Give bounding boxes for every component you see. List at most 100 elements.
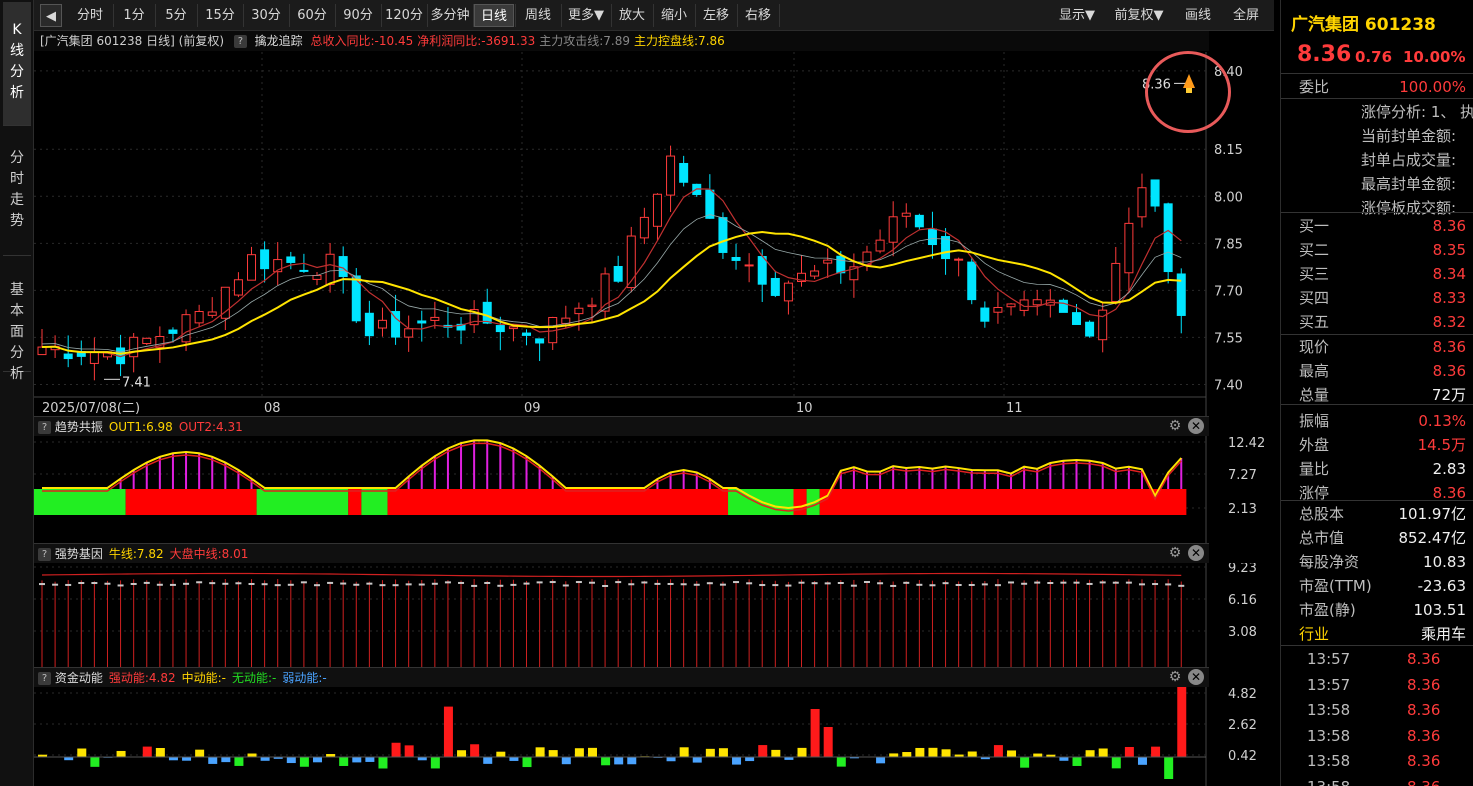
gear-icon[interactable]: ⚙ (1167, 545, 1183, 561)
bid-row-2[interactable]: 买二 8.35 (1281, 238, 1473, 262)
flow-bar (941, 749, 951, 757)
period-button-8[interactable]: 多分钟 (428, 4, 472, 27)
bid-row-5[interactable]: 买五 8.32 (1281, 310, 1473, 334)
period-button-14[interactable]: 左移 (696, 4, 736, 27)
left-tab-0[interactable]: K线分析 (3, 2, 31, 126)
gene-mark (1178, 584, 1185, 587)
flow-bar (208, 757, 218, 764)
panel-title[interactable]: 强势基因 (55, 547, 103, 561)
gene-mark (706, 582, 713, 585)
candle-body (757, 256, 767, 285)
panel-tick: 12.42 (1228, 436, 1265, 451)
flow-bar (116, 750, 126, 757)
panel-chart-0[interactable]: 12.42 7.27 2.13 (34, 436, 1280, 543)
period-button-1[interactable]: 1分 (114, 4, 154, 27)
period-button-2[interactable]: 5分 (156, 4, 196, 27)
period-button-5[interactable]: 60分 (290, 4, 334, 27)
period-button-7[interactable]: 120分 (382, 4, 426, 27)
indicator-name[interactable]: 擒龙追踪 (255, 34, 303, 48)
toolbar-right-button-2[interactable]: 画线 (1178, 4, 1218, 27)
gene-mark (955, 584, 962, 587)
period-button-9[interactable]: 日线 (474, 4, 514, 27)
candle-body (1085, 321, 1095, 337)
left-tab-1[interactable]: 分时走势 (3, 130, 31, 256)
flow-bar (221, 757, 231, 763)
gear-icon[interactable]: ⚙ (1167, 418, 1183, 434)
stat-label: 振幅 (1299, 412, 1330, 430)
tick-row: 13:58 8.36 (1281, 724, 1473, 748)
gene-mark (327, 581, 334, 584)
flow-bar (666, 757, 676, 762)
candle-body (1032, 299, 1042, 306)
help-icon[interactable]: ? (38, 672, 51, 685)
candle-body (888, 216, 898, 243)
panel-chart-1[interactable]: 9.23 6.16 3.08 (34, 563, 1280, 667)
bid-row-3[interactable]: 买三 8.34 (1281, 262, 1473, 286)
fundamental-row-3: 市盈(TTM) -23.63 (1281, 574, 1473, 598)
flow-bar (548, 750, 558, 757)
trend-band (819, 489, 1187, 515)
close-icon[interactable]: ✕ (1188, 418, 1204, 434)
panel-title[interactable]: 资金动能 (55, 671, 103, 685)
panel-chart-2[interactable]: 4.82 2.62 0.42 (34, 687, 1280, 786)
gene-mark (458, 581, 465, 584)
gene-mark (850, 584, 857, 587)
gene-mark (733, 581, 740, 584)
bid-row-1[interactable]: 买一 8.36 (1281, 214, 1473, 238)
flow-bar (1137, 757, 1147, 765)
gene-mark (968, 583, 975, 586)
period-button-15[interactable]: 右移 (738, 4, 778, 27)
flow-bar (915, 747, 925, 757)
gene-mark (602, 584, 609, 587)
period-button-0[interactable]: 分时 (68, 4, 112, 27)
period-button-10[interactable]: 周线 (516, 4, 560, 27)
fundamental-value: 10.83 (1423, 553, 1466, 571)
tick-time: 13:58 (1307, 701, 1351, 719)
gene-mark (52, 583, 59, 586)
panel-tick: 9.23 (1228, 563, 1257, 576)
period-button-12[interactable]: 放大 (612, 4, 652, 27)
panel-tick: 6.16 (1228, 593, 1257, 608)
flow-bar (496, 751, 506, 757)
stock-terminal-window: K线分析分时走势基本面分析 ◀ 分时 1分 5分 15分 30分 60分 90分 120分 多分钟… (0, 0, 1473, 786)
flow-bar (339, 757, 349, 766)
period-button-4[interactable]: 30分 (244, 4, 288, 27)
flow-bar (535, 747, 545, 757)
panel-value-2: 无动能:- (231, 671, 277, 685)
industry-row[interactable]: 行业 乘用车 (1281, 622, 1473, 646)
candlestick-chart[interactable]: 8.408.158.007.857.707.557.4008 09 10 112025… (34, 52, 1280, 416)
help-icon[interactable]: ? (233, 35, 247, 48)
panel-title[interactable]: 趋势共振 (55, 420, 103, 434)
period-button-11[interactable]: 更多▼ (562, 4, 610, 27)
help-icon[interactable]: ? (38, 421, 51, 434)
bid-row-4[interactable]: 买四 8.33 (1281, 286, 1473, 310)
back-icon[interactable]: ◀ (40, 4, 62, 27)
gene-mark (418, 583, 425, 586)
toolbar-right-button-0[interactable]: 显示▼ (1054, 4, 1100, 27)
gene-mark (1152, 583, 1159, 586)
help-icon[interactable]: ? (38, 548, 51, 561)
chart-title: [广汽集团 601238 日线] (40, 34, 175, 48)
gene-mark (405, 583, 412, 586)
panel-value-1: 大盘中线:8.01 (169, 547, 249, 561)
toolbar-right-button-3[interactable]: 全屏 (1226, 4, 1266, 27)
tick-price: 8.36 (1407, 701, 1441, 719)
tick-row: 13:58 8.36 (1281, 775, 1473, 786)
flow-bar (1151, 746, 1161, 757)
period-button-6[interactable]: 90分 (336, 4, 380, 27)
candle-body (967, 261, 977, 301)
toolbar-right-button-1[interactable]: 前复权▼ (1108, 4, 1170, 27)
candle-body (312, 275, 322, 280)
period-button-13[interactable]: 缩小 (654, 4, 694, 27)
close-icon[interactable]: ✕ (1188, 669, 1204, 685)
close-icon[interactable]: ✕ (1188, 545, 1204, 561)
gear-icon[interactable]: ⚙ (1167, 669, 1183, 685)
left-tab-2[interactable]: 基本面分析 (3, 262, 31, 382)
gene-mark (379, 584, 386, 587)
flow-bar (509, 757, 519, 761)
gene-mark (1138, 583, 1145, 586)
flow-bar (732, 757, 742, 765)
gene-mark (1073, 581, 1080, 584)
gene-mark (746, 582, 753, 585)
period-button-3[interactable]: 15分 (198, 4, 242, 27)
